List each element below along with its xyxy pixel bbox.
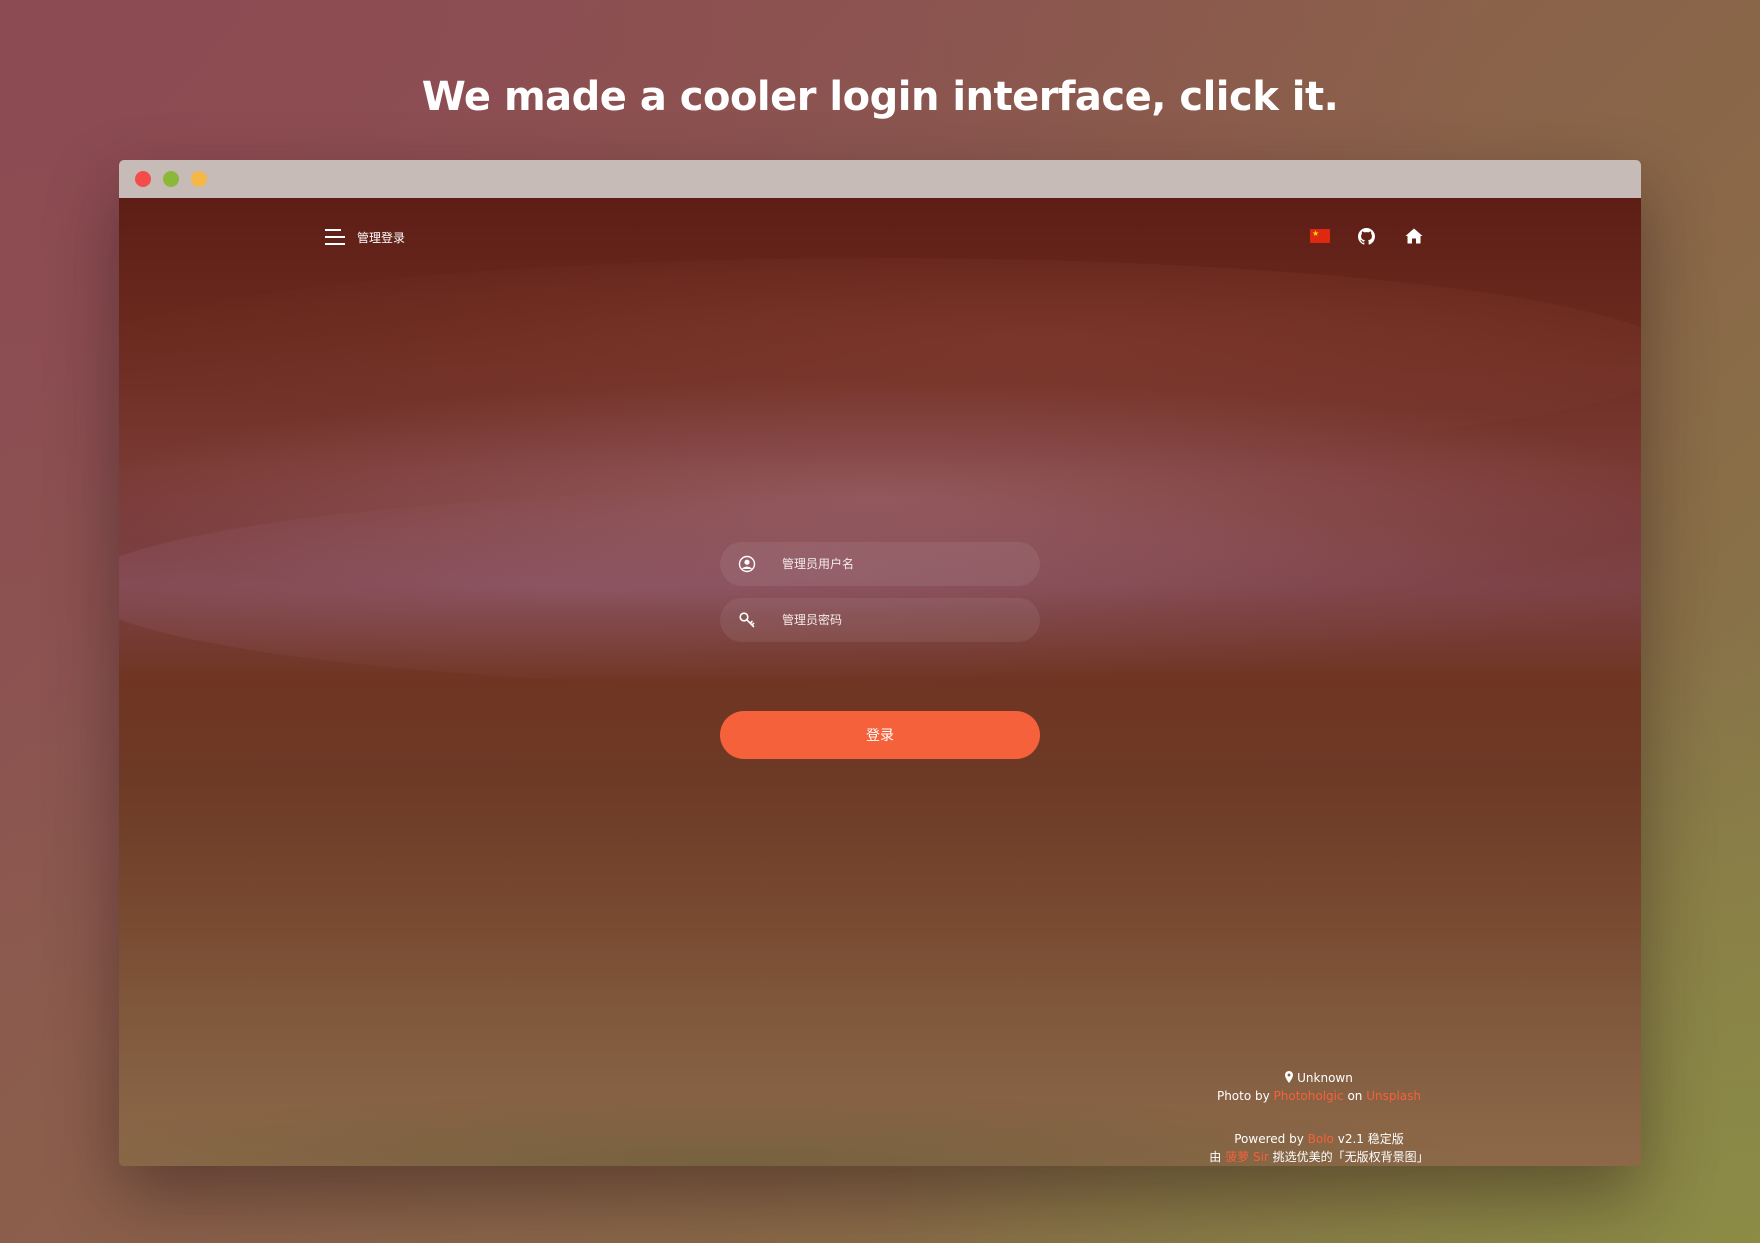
- login-page: 管理登录 ★ 管理员用户名 登录 Unknown Photo by Photoh…: [119, 198, 1641, 1166]
- photo-by-line: Photo by Photoholgic on Unsplash: [1119, 1087, 1519, 1105]
- login-form: [720, 542, 1040, 654]
- hamburger-menu-icon: [325, 229, 345, 245]
- nav-actions: ★: [1308, 224, 1426, 248]
- version-label: v2.1 稳定版: [1337, 1132, 1404, 1146]
- nav-menu-toggle[interactable]: 管理登录: [325, 225, 405, 249]
- language-button[interactable]: ★: [1308, 224, 1332, 248]
- powered-by-label: Powered by: [1234, 1132, 1304, 1146]
- username-field: [720, 542, 1040, 586]
- login-button[interactable]: 登录: [720, 711, 1040, 759]
- photographer-link[interactable]: Photoholgic: [1274, 1089, 1344, 1103]
- powered-by-line: Powered by Bolo v2.1 稳定版: [1119, 1130, 1519, 1148]
- unsplash-link[interactable]: Unsplash: [1366, 1089, 1421, 1103]
- close-window-button[interactable]: [135, 171, 151, 187]
- user-circle-icon: [737, 554, 757, 574]
- curated-prefix: 由: [1209, 1150, 1222, 1164]
- powered-credits: Powered by Bolo v2.1 稳定版 由 菠萝 Sir 挑选优美的「…: [1119, 1130, 1519, 1166]
- background-photo-wave: [119, 258, 1641, 458]
- photo-credits: Unknown Photo by Photoholgic on Unsplash: [1119, 1069, 1519, 1105]
- bolo-link[interactable]: Bolo: [1308, 1132, 1334, 1146]
- nav-title: 管理登录: [357, 230, 406, 245]
- github-button[interactable]: [1354, 224, 1378, 248]
- curated-suffix: 挑选优美的「无版权背景图」: [1272, 1150, 1429, 1164]
- home-button[interactable]: [1402, 224, 1426, 248]
- username-input[interactable]: [782, 542, 1022, 586]
- location-line: Unknown: [1119, 1069, 1519, 1087]
- password-field: [720, 598, 1040, 642]
- page-headline: We made a cooler login interface, click …: [421, 74, 1339, 120]
- maximize-window-button[interactable]: [191, 171, 207, 187]
- window-titlebar: [119, 160, 1641, 198]
- password-input[interactable]: [782, 598, 1022, 642]
- curated-by-line: 由 菠萝 Sir 挑选优美的「无版权背景图」: [1119, 1148, 1519, 1166]
- home-icon: [1405, 228, 1423, 244]
- curator-link[interactable]: 菠萝 Sir: [1225, 1150, 1269, 1164]
- china-flag-icon: ★: [1310, 229, 1330, 243]
- map-pin-icon: [1285, 1071, 1294, 1083]
- on-label: on: [1347, 1089, 1363, 1103]
- photo-by-label: Photo by: [1216, 1089, 1270, 1103]
- github-icon: [1357, 227, 1375, 245]
- location-text: Unknown: [1297, 1071, 1353, 1085]
- browser-window: 管理登录 ★ 管理员用户名 登录 Unknown Photo by Photoh…: [119, 160, 1641, 1166]
- minimize-window-button[interactable]: [163, 171, 179, 187]
- key-icon: [737, 610, 757, 630]
